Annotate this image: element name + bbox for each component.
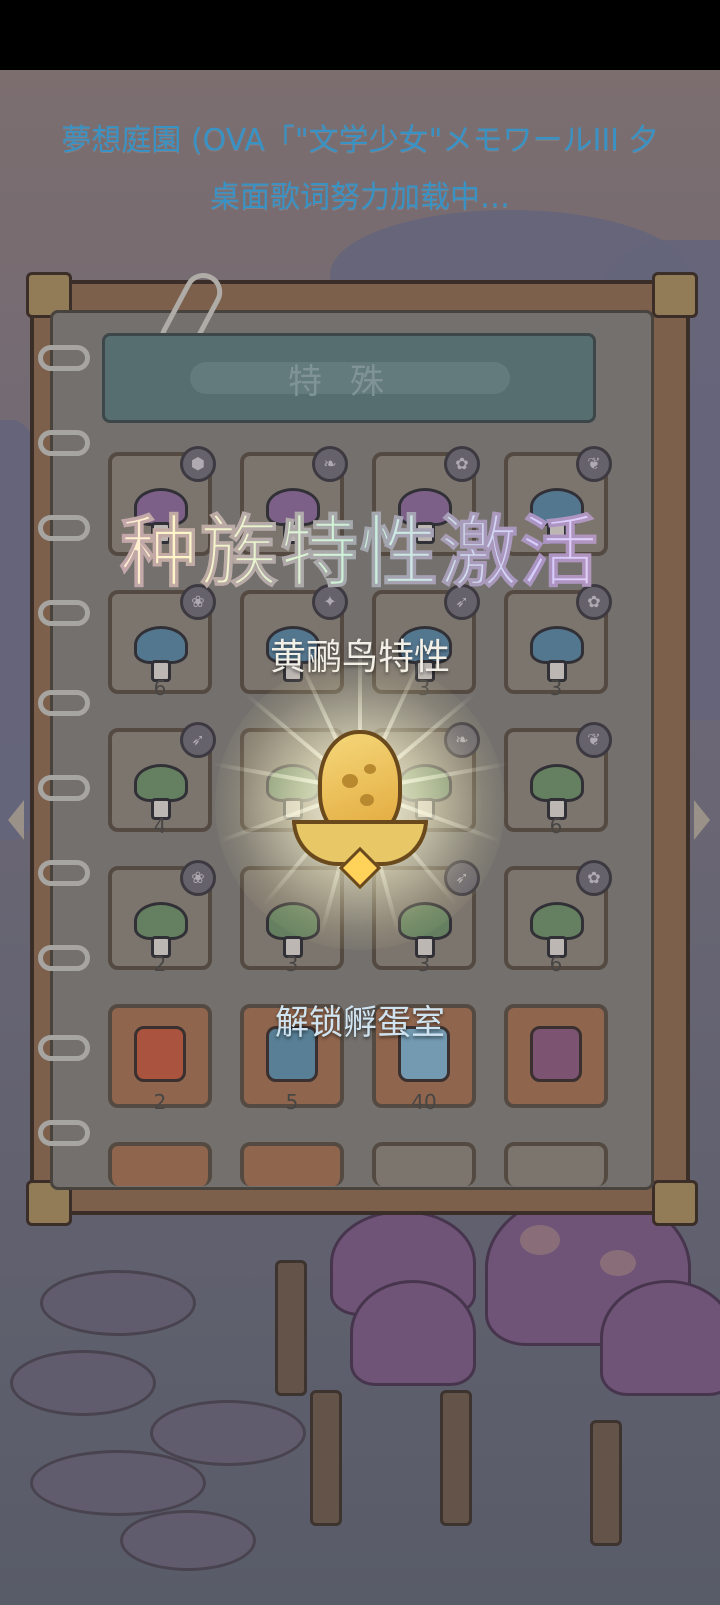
popup-title: 种族特性激活 xyxy=(0,490,720,602)
prev-page-arrow[interactable] xyxy=(8,800,24,840)
egg-spot xyxy=(342,774,358,788)
egg-spot xyxy=(364,764,376,774)
unlock-incubator-label[interactable]: 解锁孵蛋室 xyxy=(0,995,720,1044)
status-bar xyxy=(0,0,720,70)
next-page-arrow[interactable] xyxy=(694,800,710,840)
egg-spot xyxy=(360,794,374,806)
